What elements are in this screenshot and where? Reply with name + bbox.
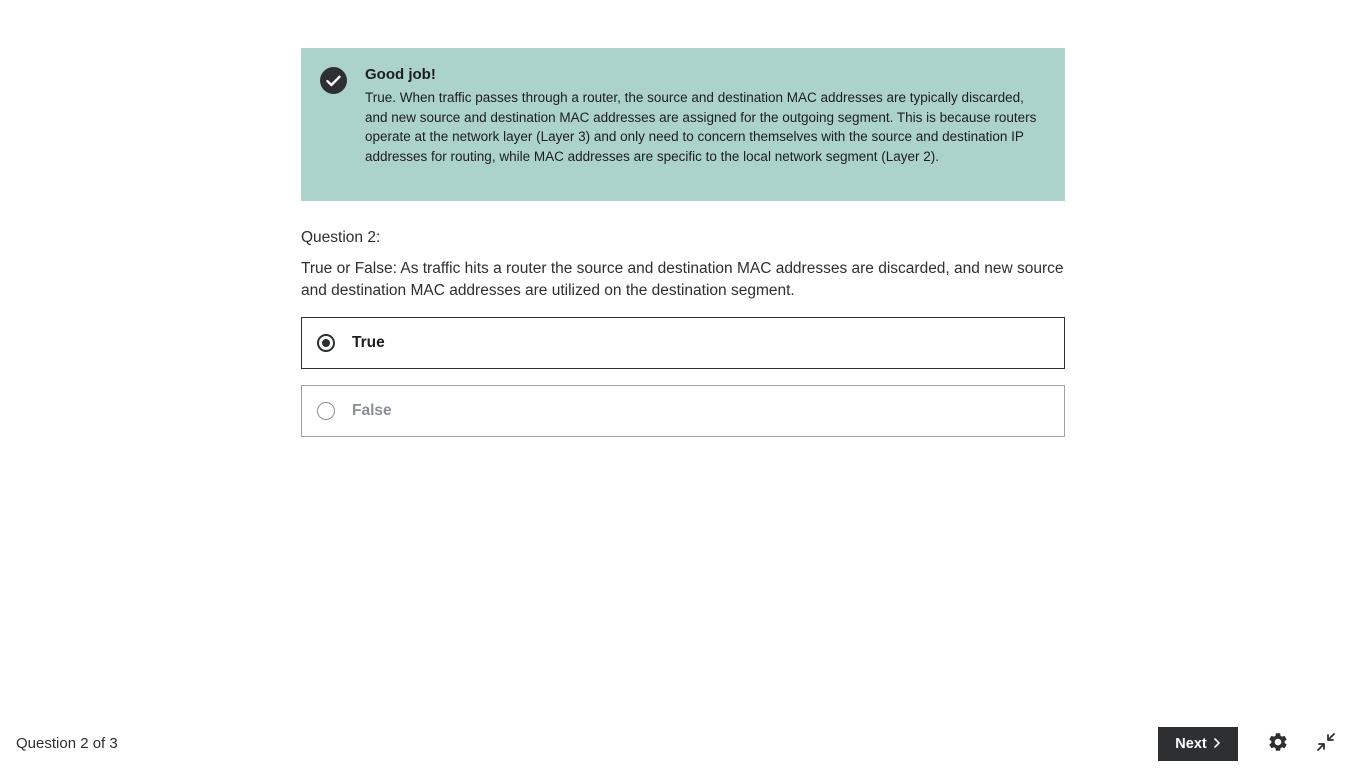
question-prompt: True or False: As traffic hits a router …	[301, 260, 1064, 299]
radio-selected-icon[interactable]	[317, 334, 335, 352]
feedback-title: Good job!	[365, 66, 436, 83]
answer-label: True	[352, 334, 385, 351]
exit-fullscreen-button[interactable]	[1314, 732, 1338, 756]
question-number: Question 2:	[301, 229, 381, 246]
check-circle-icon	[320, 67, 347, 94]
question-progress: Question 2 of 3	[16, 735, 118, 752]
gear-icon	[1267, 731, 1289, 758]
exit-fullscreen-icon	[1315, 731, 1337, 758]
answer-option-false[interactable]: False	[301, 385, 1065, 437]
quiz-page: Good job! True. When traffic passes thro…	[0, 0, 1366, 768]
answer-list: True False	[301, 317, 1065, 437]
quiz-content: Good job! True. When traffic passes thro…	[301, 48, 1065, 453]
radio-unselected-icon[interactable]	[317, 402, 335, 420]
next-button-label: Next	[1175, 736, 1207, 752]
answer-option-true[interactable]: True	[301, 317, 1065, 369]
answer-label: False	[352, 402, 392, 419]
feedback-text: True. When traffic passes through a rout…	[365, 90, 1037, 164]
next-button[interactable]: Next	[1158, 727, 1238, 761]
settings-button[interactable]	[1266, 732, 1290, 756]
feedback-alert: Good job! True. When traffic passes thro…	[301, 48, 1065, 201]
chevron-right-icon	[1213, 736, 1221, 752]
